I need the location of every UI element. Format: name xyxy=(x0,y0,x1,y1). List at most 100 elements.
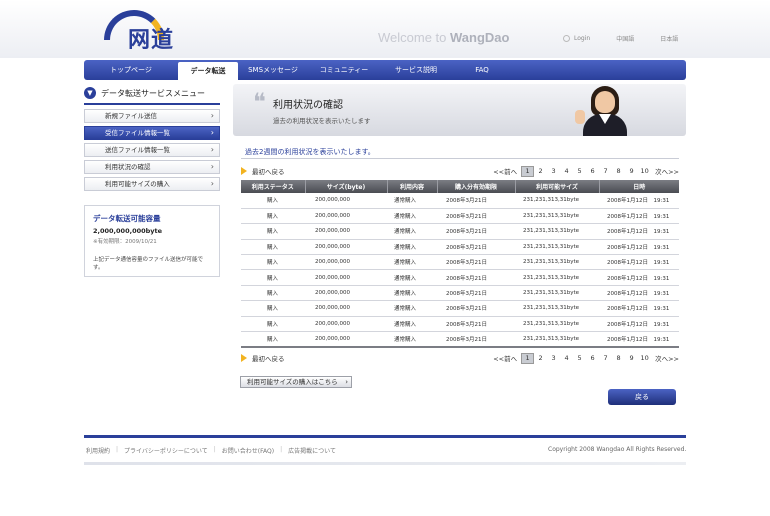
page-link-7[interactable]: 7 xyxy=(599,167,612,175)
page-link-6[interactable]: 6 xyxy=(586,167,599,175)
page-link-10[interactable]: 10 xyxy=(638,167,651,175)
next-page-link[interactable]: 次へ>> xyxy=(655,166,679,176)
capacity-note: 上記データ通信容量のファイル送信が可能です。 xyxy=(93,257,204,271)
cell-status: 購入 xyxy=(241,239,305,256)
sidebar-item-usage[interactable]: 利用状況の確認 › xyxy=(84,160,220,174)
nav-sms[interactable]: SMSメッセージ xyxy=(238,60,308,80)
chevron-right-icon: › xyxy=(345,378,348,386)
cell-datetime: 2008年1月12日 19:31 xyxy=(599,269,679,286)
page-link-3[interactable]: 3 xyxy=(547,354,560,362)
page-subtitle: 過去の利用状況を表示いたします xyxy=(273,117,371,125)
buy-size-button[interactable]: 利用可能サイズの購入はこちら › xyxy=(240,376,352,388)
sidebar-item-purchase[interactable]: 利用可能サイズの購入 › xyxy=(84,177,220,191)
logo-text: 网道 xyxy=(128,27,175,53)
pager-top: 最初へ戻る <<前へ 1 2 3 4 5 6 7 8 9 10 次へ>> xyxy=(241,164,679,178)
cell-datetime: 2008年1月12日 19:31 xyxy=(599,254,679,271)
page-link-2[interactable]: 2 xyxy=(534,354,547,362)
nav-community[interactable]: コミュニティー xyxy=(308,60,380,80)
sidebar-item-received[interactable]: 受信ファイル情報一覧 › xyxy=(84,126,220,140)
welcome-brand: WangDao xyxy=(450,30,510,45)
sidebar-title: ▼ データ転送サービスメニュー xyxy=(84,86,220,100)
page-link-6[interactable]: 6 xyxy=(586,354,599,362)
footer-link-terms[interactable]: 利用規約 xyxy=(86,446,110,455)
page-link-8[interactable]: 8 xyxy=(612,354,625,362)
cell-status: 購入 xyxy=(241,254,305,271)
cell-expiry: 2008年3月21日 xyxy=(437,316,515,333)
page-link-1[interactable]: 1 xyxy=(521,352,535,364)
prev-page-link[interactable]: <<前へ xyxy=(493,166,517,176)
col-available: 利用可能サイズ xyxy=(515,180,600,193)
footer-link-privacy[interactable]: プライバシーポリシーについて xyxy=(124,446,208,455)
cell-available: 231,231,313,31byte xyxy=(515,239,599,256)
table-row: 購入 200,000,000 通常購入 2008年3月21日 231,231,313,3… xyxy=(241,239,679,256)
cell-datetime: 2008年1月12日 19:31 xyxy=(599,316,679,333)
cell-datetime: 2008年1月12日 19:31 xyxy=(599,239,679,256)
nav-faq[interactable]: FAQ xyxy=(452,60,512,80)
cell-status: 購入 xyxy=(241,193,305,209)
page-link-3[interactable]: 3 xyxy=(547,167,560,175)
cell-expiry: 2008年3月21日 xyxy=(437,254,515,271)
back-button[interactable]: 戻る xyxy=(608,389,676,405)
sidebar: ▼ データ転送サービスメニュー 新規ファイル送信 › 受信ファイル情報一覧 › 送信… xyxy=(84,86,220,277)
buy-size-label: 利用可能サイズの購入はこちら xyxy=(247,378,338,386)
col-content: 利用内容 xyxy=(387,180,438,193)
capacity-value: 2,000,000,000byte xyxy=(93,227,163,235)
cell-expiry: 2008年3月21日 xyxy=(437,269,515,286)
table-row: 購入 200,000,000 通常購入 2008年3月21日 231,231,313,3… xyxy=(241,316,679,333)
wangdao-logo[interactable]: 网道 xyxy=(104,10,178,53)
japanese-link[interactable]: 日本語 xyxy=(660,34,678,43)
page-link-9[interactable]: 9 xyxy=(625,167,638,175)
cell-status: 購入 xyxy=(241,223,305,240)
welcome-prefix: Welcome to xyxy=(378,30,451,45)
cell-size: 200,000,000 xyxy=(305,331,387,348)
support-person-image xyxy=(573,84,639,136)
page-link-10[interactable]: 10 xyxy=(638,354,651,362)
page-link-5[interactable]: 5 xyxy=(573,167,586,175)
page-link-4[interactable]: 4 xyxy=(560,167,573,175)
prev-page-link[interactable]: <<前へ xyxy=(493,353,517,363)
nav-service[interactable]: サービス説明 xyxy=(380,60,452,80)
cell-content: 通常購入 xyxy=(387,300,437,317)
cell-size: 200,000,000 xyxy=(305,223,387,240)
next-page-link[interactable]: 次へ>> xyxy=(655,353,679,363)
cell-datetime: 2008年1月12日 19:31 xyxy=(599,300,679,317)
page-link-8[interactable]: 8 xyxy=(612,167,625,175)
chevron-right-icon: › xyxy=(210,179,214,188)
copyright: Copyright 2008 Wangdao All Rights Reserv… xyxy=(548,446,687,453)
page-link-1[interactable]: 1 xyxy=(521,165,535,177)
cell-available: 231,231,313,31byte xyxy=(515,316,599,333)
person-face xyxy=(595,91,615,113)
cell-content: 通常購入 xyxy=(387,254,437,271)
footer-divider xyxy=(84,435,686,438)
sidebar-title-text: データ転送サービスメニュー xyxy=(101,88,205,98)
table-row: 購入 200,000,000 通常購入 2008年3月21日 231,231,313,3… xyxy=(241,331,679,348)
sidebar-item-new-file[interactable]: 新規ファイル送信 › xyxy=(84,109,220,123)
page-link-9[interactable]: 9 xyxy=(625,354,638,362)
cell-datetime: 2008年1月12日 19:31 xyxy=(599,193,679,209)
back-to-first-link[interactable]: 最初へ戻る xyxy=(241,166,285,176)
back-to-first-link[interactable]: 最初へ戻る xyxy=(241,353,285,363)
footer-link-ads[interactable]: 広告掲載について xyxy=(288,446,336,455)
footer-link-contact[interactable]: お問い合わせ(FAQ) xyxy=(222,446,274,455)
page-link-5[interactable]: 5 xyxy=(573,354,586,362)
table-row: 購入 200,000,000 通常購入 2008年3月21日 231,231,313,3… xyxy=(241,193,679,209)
nav-data-transfer[interactable]: データ転送 xyxy=(178,62,238,80)
cell-size: 200,000,000 xyxy=(305,285,387,302)
table-header-row: 利用ステータス サイズ(byte) 利用内容 購入分有効期限 利用可能サイズ 日… xyxy=(241,180,679,193)
cell-content: 通常購入 xyxy=(387,208,437,225)
table-row: 購入 200,000,000 通常購入 2008年3月21日 231,231,313,3… xyxy=(241,208,679,225)
chevron-right-icon: › xyxy=(210,111,214,120)
page-link-4[interactable]: 4 xyxy=(560,354,573,362)
table-row: 購入 200,000,000 通常購入 2008年3月21日 231,231,313,3… xyxy=(241,300,679,317)
chinese-link[interactable]: 中国語 xyxy=(616,34,634,43)
nav-top[interactable]: トップページ xyxy=(84,60,178,80)
sidebar-item-sent[interactable]: 送信ファイル情報一覧 › xyxy=(84,143,220,157)
sidebar-item-label: 送信ファイル情報一覧 xyxy=(105,146,170,154)
login-link[interactable]: Login xyxy=(563,34,590,43)
page-link-2[interactable]: 2 xyxy=(534,167,547,175)
pagination: <<前へ 1 2 3 4 5 6 7 8 9 10 次へ>> xyxy=(493,165,679,177)
capacity-box: データ転送可能容量 2,000,000,000byte ※有効期限：2009/1… xyxy=(84,205,220,277)
intro-text: 過去2週間の利用状況を表示いたします。 xyxy=(245,148,375,156)
page-link-7[interactable]: 7 xyxy=(599,354,612,362)
triangle-right-icon xyxy=(241,167,247,175)
